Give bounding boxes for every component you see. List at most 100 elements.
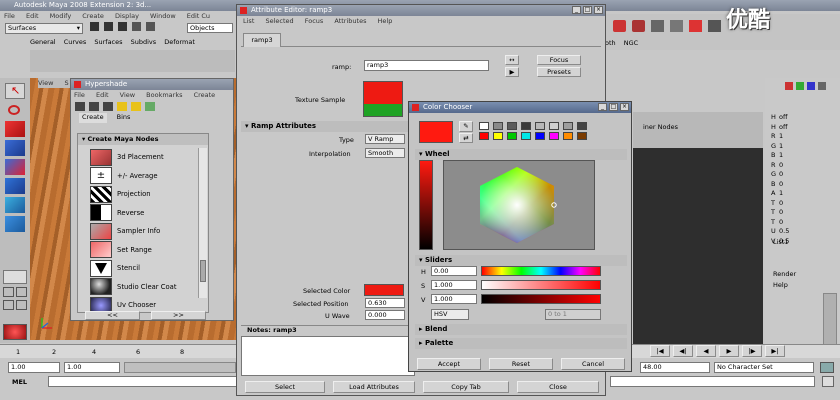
ae-close-button[interactable]: Close [517, 381, 599, 393]
layout-persp-icon[interactable] [16, 300, 27, 310]
channel-row[interactable]: G1 [771, 142, 840, 152]
outliner-icon[interactable] [689, 20, 702, 32]
palette-swatch[interactable] [479, 132, 489, 140]
maya-menu-edit[interactable]: Edit [26, 12, 39, 20]
ae-type-select[interactable]: V Ramp [365, 134, 405, 144]
hs-menu-create[interactable]: Create [194, 91, 216, 99]
minimize-icon[interactable]: _ [572, 6, 581, 14]
shelf-tab-subdivs[interactable]: Subdivs [131, 38, 157, 46]
channel-row[interactable]: T0 [771, 218, 840, 228]
shelf-tab-general[interactable]: General [30, 38, 56, 46]
range-slider[interactable] [124, 362, 236, 373]
hs-scrollbar[interactable] [198, 148, 207, 298]
open-icon[interactable] [118, 22, 127, 31]
rotate-tool-icon[interactable] [5, 159, 25, 175]
play-back-icon[interactable]: ◀ [696, 345, 716, 357]
tool-settings-icon[interactable] [818, 82, 826, 90]
ae-ramp-name-field[interactable]: ramp3 [364, 60, 489, 71]
step-back-icon[interactable]: ◀| [673, 345, 693, 357]
ae-notes-field[interactable] [241, 336, 415, 376]
move-tool-icon[interactable] [5, 140, 25, 156]
channel-row[interactable]: B1 [771, 151, 840, 161]
ae-interpolation-select[interactable]: Smooth [365, 148, 405, 158]
render-settings-icon[interactable] [651, 20, 664, 32]
lasso-tool-icon[interactable] [5, 102, 25, 118]
palette-swatch[interactable] [507, 132, 517, 140]
last-tool-icon[interactable] [5, 216, 25, 232]
layout-single-icon[interactable] [3, 270, 27, 284]
viewport-menu-view[interactable]: View [38, 79, 53, 87]
palette-swatch[interactable] [563, 122, 573, 130]
palette-swatch[interactable] [521, 132, 531, 140]
channel-row[interactable]: A1 [771, 189, 840, 199]
hs-arrow-right-icon[interactable] [131, 102, 141, 111]
scale-tool-icon[interactable] [5, 178, 25, 194]
hs-scroll-thumb[interactable] [200, 260, 206, 282]
cc-mode-select[interactable]: HSV [431, 309, 469, 320]
render-tab[interactable]: iner Nodes [643, 122, 713, 133]
swap-color-icon[interactable]: ⇄ [459, 133, 473, 143]
ae-menu-list[interactable]: List [243, 17, 254, 25]
cc-s-slider[interactable] [481, 280, 601, 290]
mode-select[interactable]: Surfaces ▾ [5, 23, 83, 34]
ae-select-button[interactable]: Select [245, 381, 325, 393]
close-icon[interactable]: × [594, 6, 603, 14]
select-tool-icon[interactable]: ↖ [5, 83, 25, 99]
go-end-icon[interactable]: ▶| [765, 345, 785, 357]
layout-three-icon[interactable] [3, 300, 14, 310]
select-hierarchy-icon[interactable] [132, 22, 141, 31]
cc-v-slider[interactable] [481, 294, 601, 304]
ae-focus-button[interactable]: Focus [537, 55, 581, 65]
hypershade-shortcut-icon[interactable] [3, 324, 27, 340]
ae-selected-position-field[interactable]: 0.630 [365, 298, 405, 308]
hs-section-header[interactable]: ▾ Create Maya Nodes [78, 134, 208, 145]
save-icon[interactable] [104, 22, 113, 31]
node-reverse[interactable]: Reverse [90, 204, 208, 223]
character-set-field[interactable]: No Character Set [714, 362, 814, 373]
palette-swatch[interactable] [493, 122, 503, 130]
maya-menu-display[interactable]: Display [115, 12, 139, 20]
hs-arrow-left-icon[interactable] [117, 102, 127, 111]
folder-icon[interactable] [90, 22, 99, 31]
cc-v-field[interactable]: 1.000 [431, 294, 477, 304]
hs-scroll-right-button[interactable]: >> [151, 311, 206, 320]
cc-wheel-area[interactable] [443, 160, 595, 250]
ae-menu-selected[interactable]: Selected [265, 17, 293, 25]
range-start-field[interactable]: 1.00 [8, 362, 60, 373]
layout-four-icon[interactable] [3, 287, 14, 297]
palette-swatch[interactable] [577, 132, 587, 140]
ae-menu-help[interactable]: Help [378, 17, 393, 25]
node-projection[interactable]: Projection [90, 185, 208, 204]
shelf-tab-ngc[interactable]: NGC [624, 39, 638, 47]
shelf-tab-surfaces[interactable]: Surfaces [94, 38, 122, 46]
eyedropper-icon[interactable]: ✎ [459, 121, 473, 132]
go-start-icon[interactable]: |◀ [650, 345, 670, 357]
paint-tool-icon[interactable] [5, 121, 25, 137]
cc-value-strip[interactable] [419, 160, 433, 250]
channel-row[interactable]: Hoff [771, 123, 840, 133]
hs-tab-bins[interactable]: Bins [117, 113, 131, 123]
shelf-tab-curves[interactable]: Curves [64, 38, 87, 46]
maya-menu-file[interactable]: File [4, 12, 15, 20]
hs-swatch-icon[interactable] [145, 102, 155, 111]
ae-copy-tab-button[interactable]: Copy Tab [423, 381, 509, 393]
hs-scroll-left-button[interactable]: << [85, 311, 140, 320]
render-icon[interactable] [613, 20, 626, 32]
palette-swatch[interactable] [493, 132, 503, 140]
hs-rearrange-icon[interactable] [103, 102, 113, 111]
channel-row[interactable]: R1 [771, 132, 840, 142]
node-set-range[interactable]: Set Range [90, 241, 208, 260]
shelf-tab-other[interactable]: oth [605, 39, 616, 47]
ae-input-conn-button[interactable]: ↔ [505, 55, 519, 65]
node-stencil[interactable]: Stencil [90, 259, 208, 278]
key-icon[interactable] [820, 362, 834, 373]
hs-graph-icon[interactable] [75, 102, 85, 111]
render-menu-label[interactable]: Render [773, 270, 796, 278]
play-forward-icon[interactable]: ▶ [719, 345, 739, 357]
palette-swatch[interactable] [577, 122, 587, 130]
ae-menu-attributes[interactable]: Attributes [334, 17, 366, 25]
ae-u-wave-field[interactable]: 0.000 [365, 310, 405, 320]
ae-output-conn-button[interactable]: ▶ [505, 67, 519, 77]
cc-palette-section[interactable]: ▸ Palette [415, 338, 627, 349]
channel-row[interactable]: G0 [771, 170, 840, 180]
